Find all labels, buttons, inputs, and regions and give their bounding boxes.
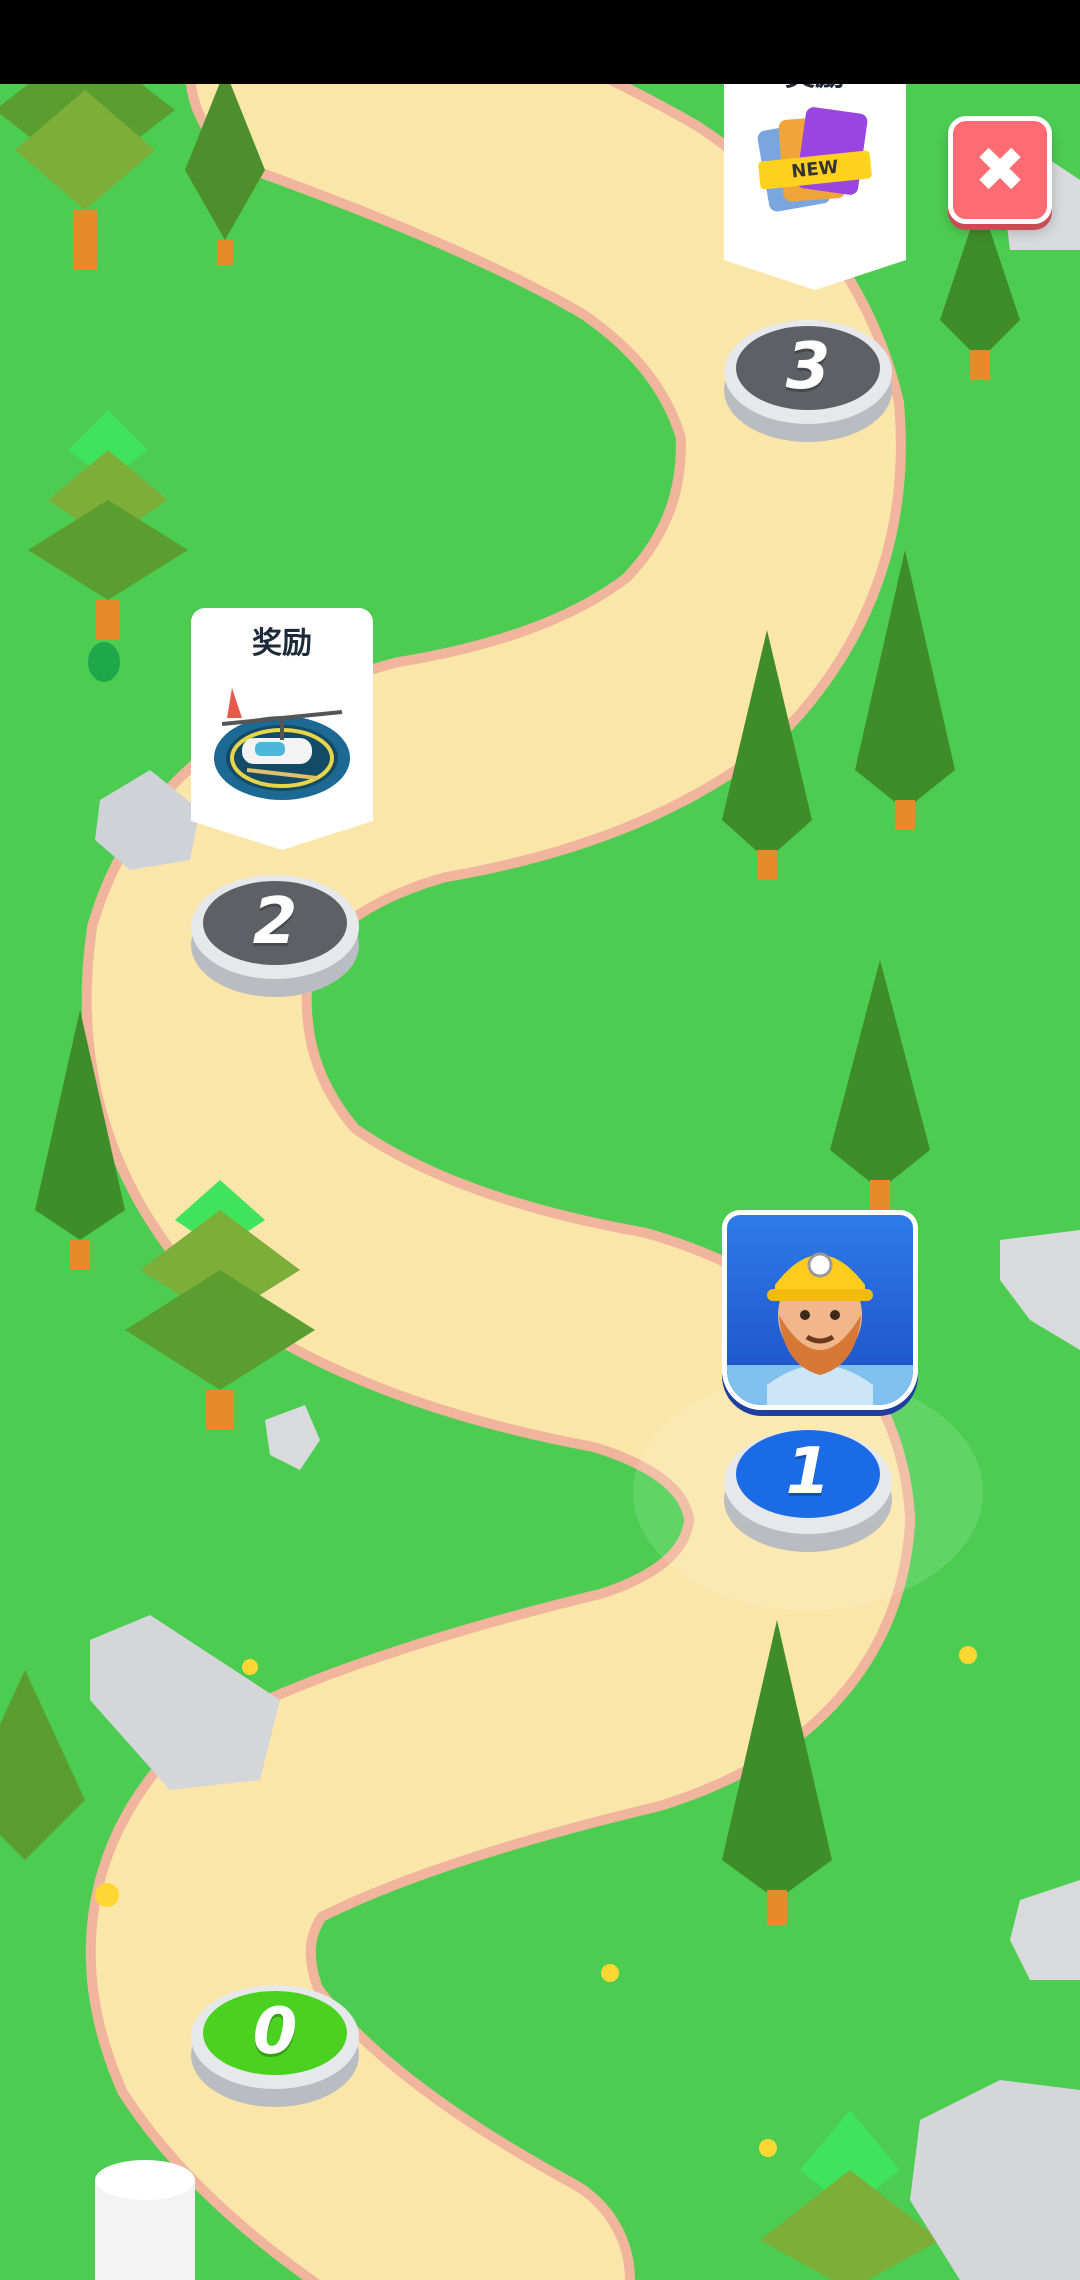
level-number: 3	[785, 330, 831, 404]
bush	[88, 642, 120, 682]
player-avatar-card	[722, 1210, 918, 1410]
helicopter-pad-icon	[214, 688, 350, 800]
level-number: 1	[785, 1435, 831, 1509]
level-number: 0	[252, 1995, 298, 2069]
level-1-button[interactable]: 1	[728, 1440, 888, 1510]
gold-nugget	[242, 1659, 258, 1675]
pine-tree	[28, 410, 188, 640]
close-x-icon: ✖	[974, 133, 1026, 206]
rock	[910, 2080, 1080, 2280]
rock	[1000, 1230, 1080, 1350]
close-button[interactable]: ✖	[948, 116, 1052, 224]
pine-tree	[830, 960, 930, 1210]
level-number: 2	[252, 885, 298, 959]
pine-tree	[0, 1670, 85, 1860]
rock	[1010, 1880, 1080, 1980]
rock	[265, 1405, 320, 1470]
reward-flag-level-2[interactable]: 奖励	[191, 608, 373, 850]
reward-label: 奖励	[252, 626, 312, 661]
level-map-world	[0, 0, 1080, 2280]
rock	[90, 1615, 280, 1790]
status-bar	[0, 0, 1080, 84]
card-pack-icon: NEW	[755, 106, 875, 226]
gold-nugget	[95, 1883, 119, 1907]
bearded-miner-avatar	[727, 1252, 913, 1405]
level-0-button[interactable]: 0	[195, 2000, 355, 2070]
level-2-button[interactable]: 2	[195, 890, 355, 960]
gold-nugget	[601, 1964, 619, 1982]
level-3-button[interactable]: 3	[728, 335, 888, 405]
gold-nugget	[759, 2139, 777, 2157]
gold-nugget	[959, 1646, 977, 1664]
